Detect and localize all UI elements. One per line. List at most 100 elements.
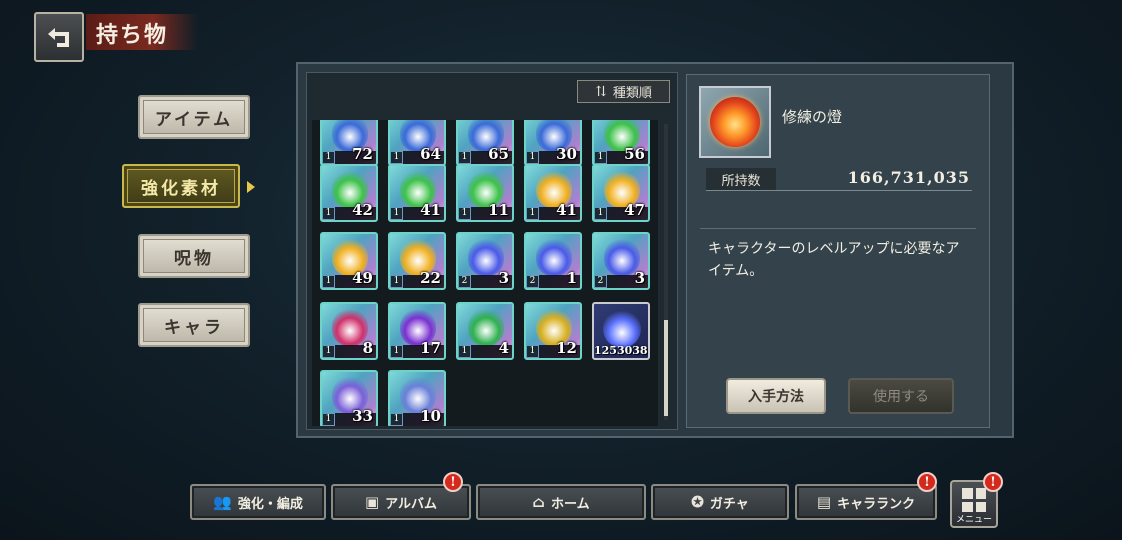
item-slot[interactable]: 23 (456, 232, 514, 290)
item-level: 1 (595, 152, 606, 163)
divider (700, 228, 976, 229)
item-count: 10 (420, 407, 441, 425)
tab-label: アイテム (154, 109, 234, 130)
item-slot[interactable]: 1 12 (524, 302, 582, 360)
item-level: 1 (391, 208, 402, 219)
item-count: 3 (498, 269, 509, 287)
tab-curses[interactable]: 呪物 (138, 234, 250, 278)
item-count: 42 (352, 201, 373, 219)
sort-button[interactable]: ⇅ 種類順 (577, 80, 670, 103)
item-slot[interactable]: 1 41 (388, 164, 446, 222)
item-level: 1 (323, 276, 334, 287)
item-slot[interactable]: 1 17 (388, 302, 446, 360)
item-count: 3 (634, 269, 645, 287)
item-level: 1 (391, 276, 402, 287)
item-name: 修練の燈 (782, 108, 843, 126)
item-level: 2 (527, 276, 538, 287)
sort-label: 種類順 (612, 86, 652, 101)
item-level: 1 (391, 414, 402, 425)
item-slot[interactable]: 1 30 (524, 120, 582, 166)
notification-badge: ! (443, 472, 463, 492)
sort-icon: ⇅ (595, 83, 607, 100)
item-slot[interactable]: 1 41 (524, 164, 582, 222)
item-count: 41 (556, 201, 577, 219)
use-button[interactable]: 使用する (848, 378, 954, 414)
item-count: 4 (498, 339, 509, 357)
nav-gacha[interactable]: ✪ ガチャ (651, 484, 789, 520)
nav-home[interactable]: ⌂ ホーム (476, 484, 646, 520)
item-count: 30 (556, 145, 577, 163)
nav-label: ガチャ (709, 496, 749, 512)
item-slot[interactable]: 1 10 (388, 370, 446, 426)
item-count: 72 (352, 145, 373, 163)
menu-label: メニュー (955, 515, 992, 525)
item-count: 64 (420, 145, 441, 163)
flame-orb-icon (710, 97, 760, 147)
acquire-method-button[interactable]: 入手方法 (726, 378, 826, 414)
nav-label: キャラランク (837, 496, 916, 512)
item-level: 1 (459, 208, 470, 219)
tab-items[interactable]: アイテム (138, 95, 250, 139)
item-level: 1 (527, 208, 538, 219)
nav-character-rank[interactable]: ▤ キャラランク (795, 484, 937, 520)
notification-badge: ! (983, 472, 1003, 492)
item-count: 1 (566, 269, 577, 287)
item-slot[interactable]: 1 22 (388, 232, 446, 290)
item-slot[interactable]: 12530383 (592, 302, 650, 360)
item-count: 17 (420, 339, 441, 357)
item-level: 1 (459, 152, 470, 163)
item-count: 41 (420, 201, 441, 219)
nav-enhance-formation[interactable]: 👥 強化・編成 (190, 484, 326, 520)
item-slot[interactable]: 1 72 (320, 120, 378, 166)
item-count: 11 (488, 201, 509, 219)
item-slot[interactable]: 1 64 (388, 120, 446, 166)
item-count: 47 (624, 201, 645, 219)
item-level: 1 (323, 346, 334, 357)
item-count: 22 (420, 269, 441, 287)
item-level: 1 (323, 414, 334, 425)
item-level: 1 (595, 208, 606, 219)
gacha-icon: ✪ (691, 493, 704, 511)
item-count: 56 (624, 145, 645, 163)
item-slot[interactable]: 1 56 (592, 120, 650, 166)
item-slot[interactable]: 18 (320, 302, 378, 360)
back-arrow-icon (48, 28, 69, 47)
item-slot[interactable]: 1 11 (456, 164, 514, 222)
item-count: 12 (556, 339, 577, 357)
item-count: 33 (352, 407, 373, 425)
item-level: 1 (459, 346, 470, 357)
divider (706, 190, 972, 191)
item-slot[interactable]: 21 (524, 232, 582, 290)
item-level: 1 (323, 152, 334, 163)
selected-item-icon (699, 86, 771, 158)
team-icon: 👥 (213, 493, 232, 511)
item-level: 1 (527, 346, 538, 357)
tab-label: キャラ (164, 317, 224, 338)
item-slot[interactable]: 1 65 (456, 120, 514, 166)
scrollbar-thumb[interactable] (664, 320, 668, 416)
tab-label: 強化素材 (141, 178, 221, 199)
owned-label: 所持数 (706, 168, 776, 190)
back-button[interactable] (34, 12, 84, 62)
tab-label: 呪物 (174, 248, 214, 269)
grid-icon (962, 488, 986, 512)
nav-label: アルバム (385, 496, 438, 512)
active-tab-arrow-icon (247, 181, 255, 193)
item-slot[interactable]: 14 (456, 302, 514, 360)
nav-label: ホーム (550, 496, 590, 512)
rank-icon: ▤ (816, 493, 832, 511)
item-level: 1 (391, 346, 402, 357)
item-slot[interactable]: 1 42 (320, 164, 378, 222)
tab-characters[interactable]: キャラ (138, 303, 250, 347)
album-icon: ▣ (364, 493, 380, 511)
item-grid: 1 72 1 64 1 65 1 30 1 56 1 42 1 41 1 11 1 41 1 47 1 49 1 22 2 3 2 1… (312, 120, 658, 426)
material-icon (603, 310, 641, 348)
item-level: 1 (323, 208, 334, 219)
tab-enhance-materials[interactable]: 強化素材 (122, 164, 240, 208)
item-slot[interactable]: 1 49 (320, 232, 378, 290)
item-slot[interactable]: 1 47 (592, 164, 650, 222)
item-slot[interactable]: 23 (592, 232, 650, 290)
item-count: 49 (352, 269, 373, 287)
item-slot[interactable]: 1 33 (320, 370, 378, 426)
home-icon: ⌂ (532, 493, 545, 511)
